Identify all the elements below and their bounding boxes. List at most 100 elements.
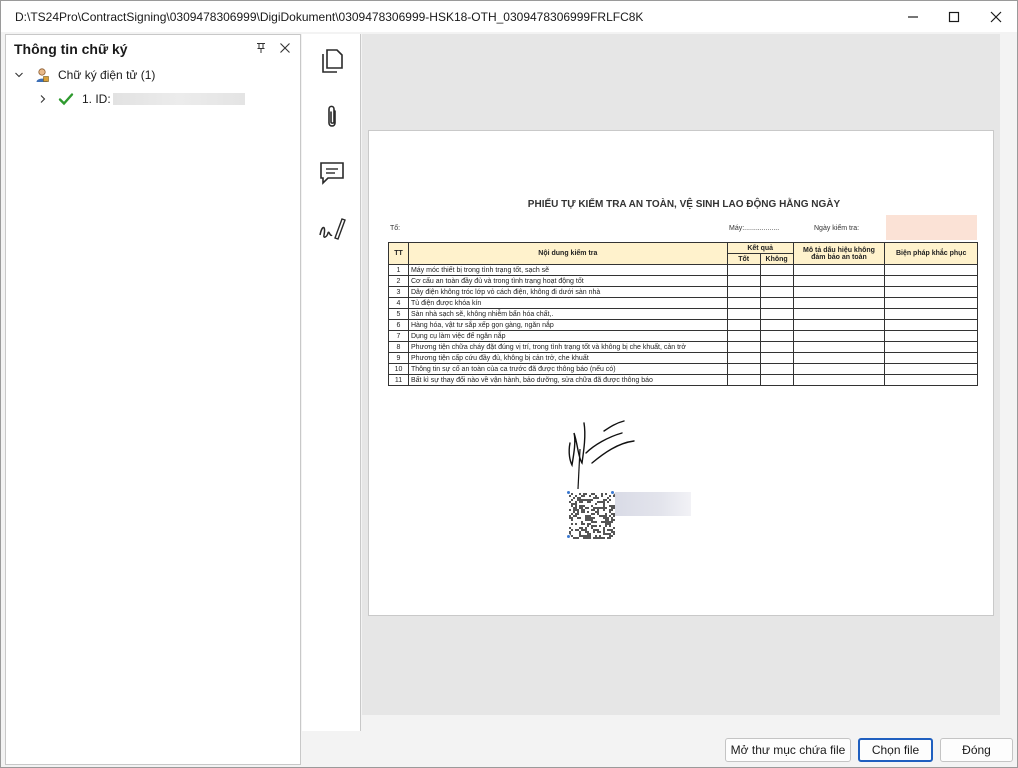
row-description <box>792 363 886 375</box>
table-row: 2 Cơ cấu an toàn đầy đủ và trong tình trạ… <box>388 275 978 287</box>
row-content: Tủ điện được khóa kín <box>407 297 728 309</box>
row-ok <box>726 341 761 353</box>
close-panel-icon[interactable] <box>279 42 291 54</box>
header-tt: TT <box>388 242 409 265</box>
row-ok <box>726 330 761 342</box>
close-icon <box>990 11 1002 22</box>
row-tt: 3 <box>388 286 409 298</box>
table-row: 3 Dây điện không tróc lớp vỏ cách điện, k… <box>388 286 978 298</box>
close-button[interactable]: Đóng <box>940 738 1013 762</box>
close-window-button[interactable] <box>975 1 1017 32</box>
row-content: Bất kì sự thay đổi nào về vận hành, bảo … <box>407 374 728 386</box>
row-tt: 2 <box>388 275 409 287</box>
row-description <box>792 352 886 364</box>
handwritten-signature <box>568 420 635 490</box>
row-ok <box>726 363 761 375</box>
open-folder-button[interactable]: Mở thư mục chứa file <box>725 738 851 762</box>
row-description <box>792 308 886 320</box>
row-remedy <box>884 264 978 276</box>
row-remedy <box>884 363 978 375</box>
signature-tool-button[interactable] <box>316 213 348 245</box>
row-remedy <box>884 297 978 309</box>
header-not-ok: Không <box>759 253 794 265</box>
row-not-ok <box>759 264 794 276</box>
row-remedy <box>884 330 978 342</box>
table-row: 6 Hàng hóa, vật tư sắp xếp gọn gàng, ngăn… <box>388 319 978 331</box>
tree-item-signature-1[interactable]: 1. ID: <box>38 89 245 109</box>
resize-handle[interactable] <box>566 534 571 539</box>
row-tt: 8 <box>388 341 409 353</box>
maximize-button[interactable] <box>933 1 975 32</box>
pin-icon[interactable] <box>255 42 267 54</box>
row-remedy <box>884 374 978 386</box>
header-remedy: Biện pháp khắc phục <box>884 242 978 265</box>
document-viewer[interactable]: PHIẾU TỰ KIỂM TRA AN TOÀN, VỆ SINH LAO Đ… <box>362 34 1000 715</box>
maximize-icon <box>948 11 960 22</box>
row-content: Phương tiện chữa cháy đặt đúng vị trí, t… <box>407 341 728 353</box>
check-date-field <box>886 215 977 240</box>
qr-code <box>569 493 615 539</box>
row-description <box>792 264 886 276</box>
vertical-scrollbar[interactable] <box>1001 34 1015 715</box>
header-content: Nội dung kiểm tra <box>407 242 728 265</box>
row-not-ok <box>759 286 794 298</box>
checklist-table: TT Nội dung kiểm tra Kết quả Mô tả dấu h… <box>388 242 978 386</box>
tool-strip <box>302 34 361 731</box>
tree-group-label: Chữ ký điện tử (1) <box>58 68 156 82</box>
chevron-down-icon[interactable] <box>14 70 24 80</box>
tree-group-electronic-signatures[interactable]: Chữ ký điện tử (1) <box>14 65 155 85</box>
row-ok <box>726 352 761 364</box>
document-title: PHIẾU TỰ KIỂM TRA AN TOÀN, VỆ SINH LAO Đ… <box>527 199 841 210</box>
row-not-ok <box>759 374 794 386</box>
table-row: 4 Tủ điện được khóa kín <box>388 297 978 309</box>
row-content: Máy móc thiết bị trong tình trạng tốt, s… <box>407 264 728 276</box>
row-remedy <box>884 341 978 353</box>
table-row: 8 Phương tiện chữa cháy đặt đúng vị trí, … <box>388 341 978 353</box>
row-not-ok <box>759 308 794 320</box>
comments-button[interactable] <box>316 157 348 189</box>
row-tt: 9 <box>388 352 409 364</box>
row-content: Hàng hóa, vật tư sắp xếp gọn gàng, ngăn … <box>407 319 728 331</box>
header-ok: Tốt <box>726 253 761 265</box>
chevron-right-icon[interactable] <box>38 94 48 104</box>
row-content: Dây điện không tróc lớp vỏ cách điện, kh… <box>407 286 728 298</box>
row-remedy <box>884 352 978 364</box>
attachments-button[interactable] <box>316 101 348 133</box>
title-bar: D:\TS24Pro\ContractSigning\0309478306999… <box>1 1 1017 32</box>
row-ok <box>726 264 761 276</box>
table-row: 5 Sàn nhà sạch sẽ, không nhiễm bẩn hóa ch… <box>388 308 978 320</box>
row-remedy <box>884 308 978 320</box>
row-not-ok <box>759 275 794 287</box>
header-description: Mô tả dấu hiệu không đảm bảo an toàn <box>792 242 886 265</box>
row-tt: 11 <box>388 374 409 386</box>
row-not-ok <box>759 341 794 353</box>
checklist-body: 1 Máy móc thiết bị trong tình trạng tốt, … <box>388 264 978 386</box>
row-content: Dụng cụ làm việc để ngăn nắp <box>407 330 728 342</box>
signature-id-label: 1. ID: <box>82 92 111 106</box>
resize-handle[interactable] <box>566 490 571 495</box>
row-description <box>792 319 886 331</box>
panel-header: Thông tin chữ ký <box>6 35 300 61</box>
row-tt: 1 <box>388 264 409 276</box>
minimize-button[interactable] <box>892 1 934 32</box>
panel-title: Thông tin chữ ký <box>14 41 128 57</box>
row-remedy <box>884 286 978 298</box>
table-row: 7 Dụng cụ làm việc để ngăn nắp <box>388 330 978 342</box>
check-date-label: Ngày kiểm tra: <box>814 225 860 232</box>
row-content: Phương tiện cấp cứu đầy đủ, không bị cản… <box>407 352 728 364</box>
comment-icon <box>320 162 344 185</box>
row-description <box>792 374 886 386</box>
team-label: Tổ: <box>390 225 401 232</box>
row-tt: 6 <box>388 319 409 331</box>
row-tt: 7 <box>388 330 409 342</box>
row-content: Cơ cấu an toàn đầy đủ và trong tình trạn… <box>407 275 728 287</box>
window-title: D:\TS24Pro\ContractSigning\0309478306999… <box>15 10 644 24</box>
row-not-ok <box>759 352 794 364</box>
row-description <box>792 286 886 298</box>
choose-file-button[interactable]: Chọn file <box>858 738 933 762</box>
row-ok <box>726 286 761 298</box>
signature-icon <box>319 218 346 240</box>
pages-button[interactable] <box>316 45 348 77</box>
row-remedy <box>884 319 978 331</box>
row-tt: 5 <box>388 308 409 320</box>
